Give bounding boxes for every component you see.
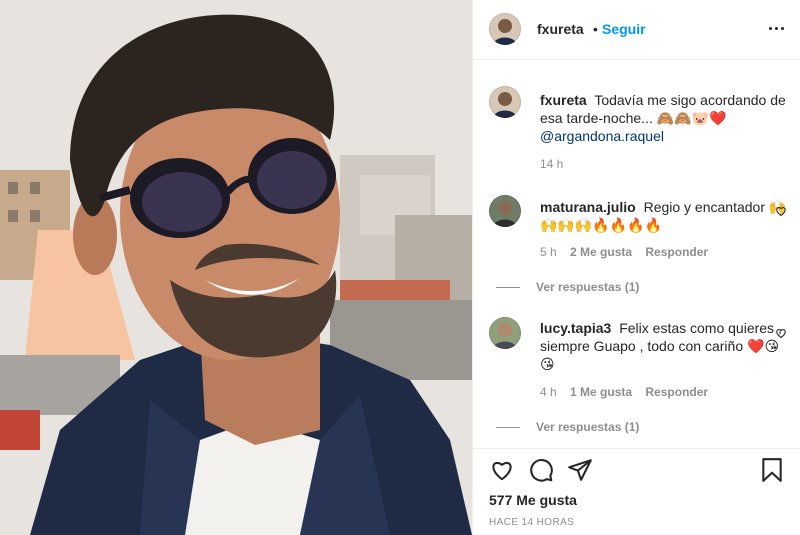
save-icon[interactable] [759,457,785,483]
replies-divider [496,427,520,429]
comment-item: maturana.julio Regio y encantador 🙌🙌🙌🙌🔥🔥… [489,195,789,295]
comment-item: lucy.tapia3 Felix estas como quieres , s… [489,317,789,447]
comment-username[interactable]: maturana.julio [540,199,636,215]
heart-icon[interactable] [489,457,515,483]
comment-likes[interactable]: 1 Me gusta [570,385,632,399]
comment-text: lucy.tapia3 Felix estas como quieres , s… [540,319,788,373]
commenter-avatar[interactable] [489,195,521,227]
comment-like-icon[interactable] [775,204,787,217]
comment-icon[interactable] [528,457,554,483]
post-photo[interactable] [0,0,472,535]
view-replies-label: Ver respuestas (1) [536,420,640,434]
more-options-icon[interactable] [767,18,787,38]
author-username[interactable]: fxureta [537,21,584,37]
post-timestamp: Hace 14 horas [489,517,575,528]
reply-button[interactable]: Responder [645,385,708,399]
post-header: fxureta • Seguir [473,0,800,60]
share-icon[interactable] [567,457,593,483]
comment-username[interactable]: lucy.tapia3 [540,320,611,336]
action-bar: 577 Me gusta Hace 14 horas [473,448,800,535]
caption-mention[interactable]: @argandona.raquel [540,128,664,144]
comment-meta: 4 h 1 Me gusta Responder [540,385,708,399]
likes-count[interactable]: 577 Me gusta [489,492,577,508]
comment-meta: 5 h 2 Me gusta Responder [540,245,708,259]
replies-divider [496,287,520,289]
caption: fxureta Todavía me sigo acordando de esa… [489,86,789,176]
caption-text: fxureta Todavía me sigo acordando de esa… [540,91,788,145]
comment-likes[interactable]: 2 Me gusta [570,245,632,259]
comment-like-icon[interactable] [775,326,787,339]
view-replies-label: Ver respuestas (1) [536,280,640,294]
caption-time: 14 h [540,157,564,171]
follow-button[interactable]: Seguir [602,21,646,37]
comment-time: 5 h [540,245,557,259]
post-side-panel: fxureta • Seguir fxureta Todavía me sigo… [472,0,800,535]
reply-button[interactable]: Responder [645,245,708,259]
caption-username[interactable]: fxureta [540,92,587,108]
author-avatar[interactable] [489,13,521,45]
caption-avatar[interactable] [489,86,521,118]
view-replies-button[interactable]: Ver respuestas (1) [496,280,639,294]
portrait-image [0,0,472,535]
comment-time: 4 h [540,385,557,399]
separator-dot: • [593,21,598,37]
commenter-avatar[interactable] [489,317,521,349]
comments-section: fxureta Todavía me sigo acordando de esa… [473,72,800,448]
instagram-post: fxureta • Seguir fxureta Todavía me sigo… [0,0,800,535]
comment-text: maturana.julio Regio y encantador 🙌🙌🙌🙌🔥🔥… [540,198,788,234]
view-replies-button[interactable]: Ver respuestas (1) [496,420,639,434]
